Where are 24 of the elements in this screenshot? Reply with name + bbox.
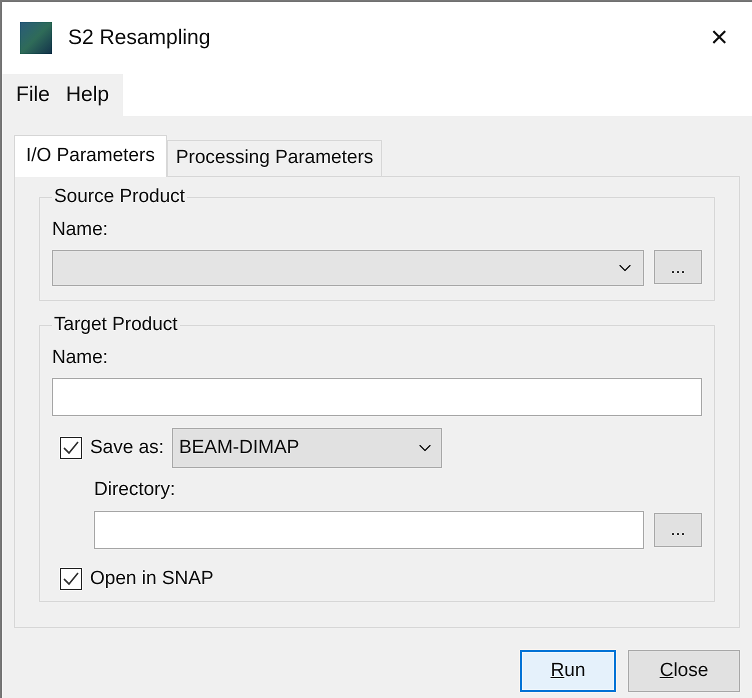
field-label: Name:: [52, 218, 109, 242]
dialog-button[interactable]: Run: [520, 650, 616, 692]
close-button[interactable]: ×: [710, 23, 728, 53]
checkbox[interactable]: [60, 568, 82, 590]
browse-button[interactable]: ...: [654, 250, 702, 284]
checkbox-label: Save as:: [90, 436, 164, 460]
dialog-button[interactable]: Close: [628, 650, 740, 692]
dropdown[interactable]: [52, 250, 644, 286]
field-label: Directory:: [94, 478, 176, 502]
tab[interactable]: Processing Parameters: [166, 140, 382, 176]
field-label: Name:: [52, 346, 109, 370]
group-title: Source Product: [53, 185, 186, 209]
group-title: Target Product: [53, 313, 179, 337]
input-field[interactable]: [52, 378, 702, 416]
menu-item[interactable]: File: [16, 79, 50, 111]
checkbox[interactable]: [60, 437, 82, 459]
menu-item[interactable]: Help: [66, 79, 110, 111]
directory-field[interactable]: [94, 510, 644, 548]
tab[interactable]: I/O Parameters: [14, 135, 167, 177]
checkbox-label: Open in SNAP: [90, 566, 214, 590]
app-logo-icon: [20, 22, 52, 54]
window-title: S2 Resampling: [68, 25, 212, 52]
browse-button[interactable]: ...: [654, 512, 702, 546]
format-dropdown[interactable]: BEAM-DIMAP: [172, 428, 442, 468]
